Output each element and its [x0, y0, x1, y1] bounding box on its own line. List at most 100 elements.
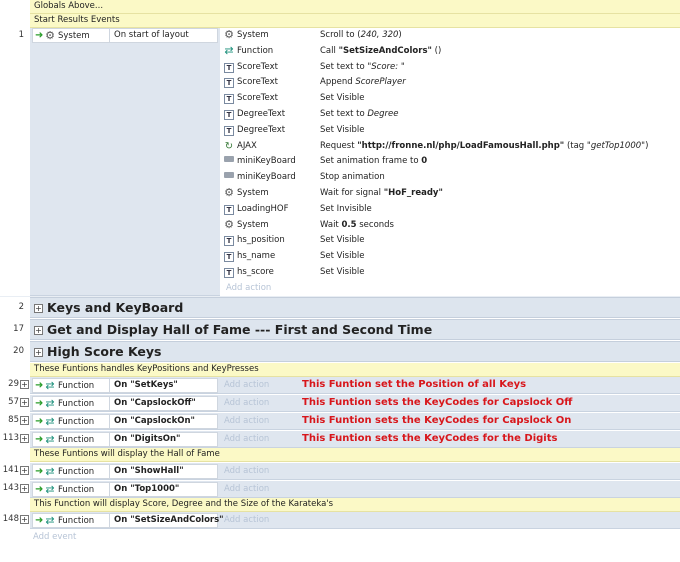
comment-score-degree[interactable]: This Function will display Score, Degree… [30, 498, 680, 512]
action-text[interactable]: Set Visible [316, 123, 676, 138]
condition-object[interactable]: ➜ ⇄ Function [32, 432, 110, 447]
action-text[interactable]: Request "http://fronne.nl/php/LoadFamous… [316, 139, 676, 154]
action-text[interactable]: Scroll to (240, 320) [316, 28, 676, 43]
condition-text[interactable]: On "SetKeys" [110, 378, 218, 393]
action-object[interactable]: ⚙ System [222, 28, 317, 43]
action-object[interactable]: T ScoreText [222, 60, 317, 75]
action-object[interactable]: ⚙ System [222, 186, 317, 201]
action-text[interactable]: Set Visible [316, 233, 676, 248]
line-number: 17 [13, 324, 24, 334]
action-object[interactable]: ↻ AJAX [222, 139, 317, 154]
condition-text[interactable]: On "ShowHall" [110, 464, 218, 479]
expand-icon[interactable]: + [20, 398, 29, 407]
action-object[interactable]: Ths_name [222, 249, 317, 264]
action-object[interactable]: T ScoreText [222, 75, 317, 90]
action-object[interactable]: T DegreeText [222, 107, 317, 122]
action-text[interactable]: Set Visible [316, 91, 676, 106]
text-icon: T [224, 205, 234, 215]
action-text[interactable]: Set Invisible [316, 202, 676, 217]
action-text[interactable]: Wait for signal "HoF_ready" [316, 186, 676, 201]
condition-object[interactable]: ➜ ⇄ Function [32, 414, 110, 429]
line-number: 85 [8, 415, 19, 425]
function-icon: ⇄ [45, 415, 55, 428]
add-action-link[interactable]: Add action [224, 380, 269, 390]
condition-object[interactable]: ➜ ⇄ Function [32, 464, 110, 479]
action-object[interactable]: T ScoreText [222, 91, 317, 106]
event-1[interactable]: 1 ➜ ⚙ System On start of layout ⚙ System Scr… [0, 28, 680, 296]
action-text[interactable]: Call "SetSizeAndColors" () [316, 44, 676, 59]
add-event-link[interactable]: Add event [33, 532, 76, 542]
action-text[interactable]: Stop animation [316, 170, 676, 185]
event-group[interactable]: + Keys and KeyBoard [30, 297, 680, 318]
red-comment-note: This Funtion set the Position of all Key… [302, 379, 527, 390]
condition-text[interactable]: On "CapslockOn" [110, 414, 218, 429]
add-action-link[interactable]: Add action [222, 281, 271, 296]
condition-object[interactable]: ➜ ⇄ Function [32, 513, 110, 528]
event-group[interactable]: + Get and Display Hall of Fame --- First … [30, 319, 680, 340]
action-object[interactable]: Ths_score [222, 265, 317, 280]
line-number: 141 [2, 465, 19, 475]
expand-icon[interactable]: + [34, 348, 43, 357]
expand-icon[interactable]: + [20, 380, 29, 389]
action-text[interactable]: Set text to "Score: " [316, 60, 676, 75]
expand-icon[interactable]: + [20, 484, 29, 493]
group-title: High Score Keys [47, 344, 162, 359]
text-icon: T [224, 78, 234, 88]
condition-text[interactable]: On "Top1000" [110, 482, 218, 497]
action-object[interactable]: T DegreeText [222, 123, 317, 138]
condition-text[interactable]: On "SetSizeAndColors" [110, 513, 224, 528]
start-results-comment[interactable]: Start Results Events [30, 14, 680, 28]
line-number: 113 [2, 433, 19, 443]
event-arrow-icon: ➜ [35, 416, 44, 427]
line-number: 143 [2, 483, 19, 493]
expand-icon[interactable]: + [20, 416, 29, 425]
action-text[interactable]: Set Visible [316, 249, 676, 264]
action-object[interactable]: ⇄ Function [222, 44, 317, 59]
action-text[interactable]: Wait 0.5 seconds [316, 218, 676, 233]
line-number: 148 [2, 514, 19, 524]
red-comment-note: This Funtion sets the KeyCodes for the D… [302, 433, 558, 444]
event-arrow-icon: ➜ [35, 515, 44, 526]
event-arrow-icon: ➜ [35, 30, 44, 41]
condition-text[interactable]: On "CapslockOff" [110, 396, 218, 411]
event-group[interactable]: + High Score Keys [30, 341, 680, 362]
comment-keypositions[interactable]: These Funtions handles KeyPositions and … [30, 363, 680, 377]
expand-icon[interactable]: + [34, 326, 43, 335]
red-comment-note: This Funtion sets the KeyCodes for Capsl… [302, 415, 572, 426]
condition-text[interactable]: On start of layout [110, 28, 218, 43]
gear-icon: ⚙ [224, 218, 234, 231]
action-text[interactable]: Set animation frame to 0 [316, 154, 676, 169]
condition-object[interactable]: ➜ ⇄ Function [32, 378, 110, 393]
text-icon: T [224, 63, 234, 73]
expand-icon[interactable]: + [20, 434, 29, 443]
event-condition-area[interactable] [30, 28, 220, 296]
add-action-link[interactable]: Add action [224, 416, 269, 426]
action-object[interactable]: miniKeyBoard [222, 170, 317, 185]
add-action-link[interactable]: Add action [224, 466, 269, 476]
expand-icon[interactable]: + [34, 304, 43, 313]
action-object[interactable]: ⚙ System [222, 218, 317, 233]
action-text[interactable]: Set text to Degree [316, 107, 676, 122]
condition-text[interactable]: On "DigitsOn" [110, 432, 218, 447]
action-object[interactable]: Ths_position [222, 233, 317, 248]
add-action-link[interactable]: Add action [224, 398, 269, 408]
comment-hall-of-fame[interactable]: These Funtions will display the Hall of … [30, 448, 680, 462]
keyboard-icon [224, 172, 234, 178]
expand-icon[interactable]: + [20, 466, 29, 475]
action-object[interactable]: miniKeyBoard [222, 154, 317, 169]
expand-icon[interactable]: + [20, 515, 29, 524]
add-action-link[interactable]: Add action [224, 434, 269, 444]
add-action-link[interactable]: Add action [224, 484, 269, 494]
condition-object[interactable]: ➜ ⚙ System [32, 28, 110, 43]
action-text[interactable]: Set Visible [316, 265, 676, 280]
function-icon: ⇄ [45, 397, 55, 410]
condition-object[interactable]: ➜ ⇄ Function [32, 396, 110, 411]
line-number: 20 [13, 346, 24, 356]
actions-area[interactable]: ⚙ System Scroll to (240, 320) ⇄ Function Call… [220, 28, 680, 296]
action-text[interactable]: Append ScorePlayer [316, 75, 676, 90]
add-action-link[interactable]: Add action [224, 515, 269, 525]
globals-comment[interactable]: Globals Above... [30, 0, 680, 14]
action-object[interactable]: T LoadingHOF [222, 202, 317, 217]
condition-object[interactable]: ➜ ⇄ Function [32, 482, 110, 497]
event-arrow-icon: ➜ [35, 434, 44, 445]
